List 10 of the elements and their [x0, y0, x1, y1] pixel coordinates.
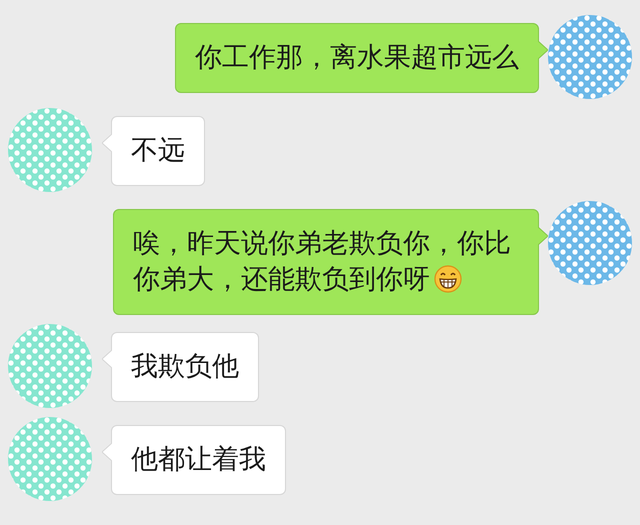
bubble-tail: [538, 41, 548, 59]
message-bubble: 你工作那，离水果超市远么: [175, 23, 539, 93]
message-bubble: 他都让着我: [111, 425, 286, 495]
message-bubble: 我欺负他: [111, 332, 259, 402]
bubble-tail: [102, 350, 112, 368]
bubble-tail: [102, 443, 112, 461]
bubble-tail: [102, 134, 112, 152]
bubble-tail: [538, 227, 548, 245]
message-bubble: 不远: [111, 116, 205, 186]
message-bubble: 唉，昨天说你弟老欺负你，你比你弟大，还能欺负到你呀: [113, 209, 539, 315]
